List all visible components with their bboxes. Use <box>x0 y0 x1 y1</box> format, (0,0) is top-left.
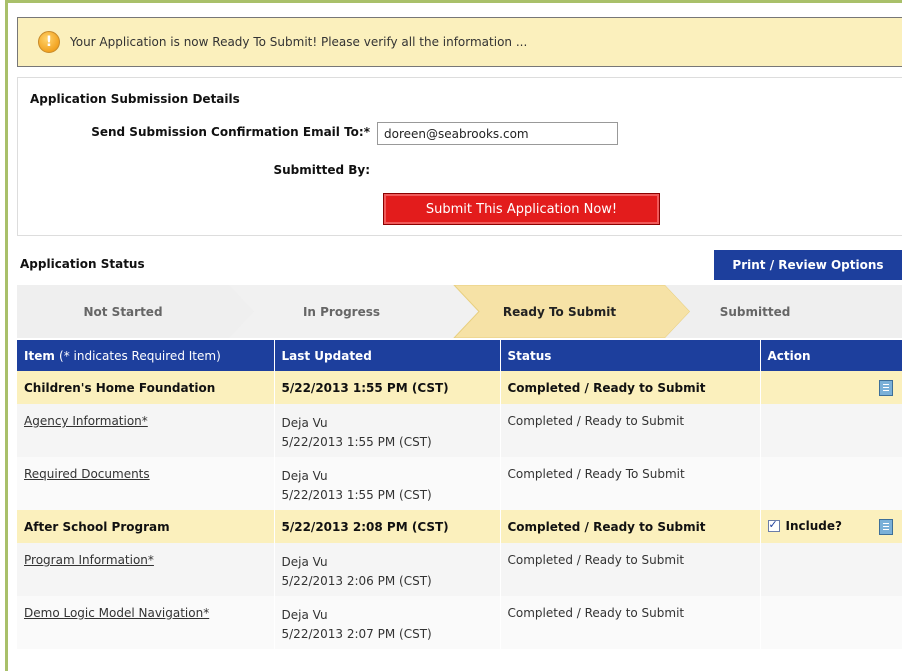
group-row: Children's Home Foundation 5/22/2013 1:5… <box>17 371 902 404</box>
group-action: Include? <box>760 510 902 543</box>
item-link[interactable]: Required Documents <box>24 467 150 481</box>
application-items-table: Item (* indicates Required Item) Last Up… <box>17 340 902 649</box>
group-name: Children's Home Foundation <box>17 371 275 404</box>
submitted-by-label: Submitted By: <box>273 163 370 177</box>
submit-application-button[interactable]: Submit This Application Now! <box>383 193 660 225</box>
table-row: Demo Logic Model Navigation* Deja Vu 5/22… <box>17 596 902 649</box>
item-action <box>760 404 902 457</box>
item-link[interactable]: Demo Logic Model Navigation* <box>24 606 209 620</box>
step-ready-to-submit: Ready To Submit <box>502 304 617 319</box>
updated-time: 5/22/2013 1:55 PM (CST) <box>281 435 432 449</box>
item-action <box>760 543 902 596</box>
updated-by: Deja Vu <box>281 555 328 569</box>
item-link[interactable]: Agency Information* <box>24 414 148 428</box>
step-in-progress: In Progress <box>302 304 381 319</box>
item-header-label: Item <box>24 348 55 363</box>
table-header-row: Item (* indicates Required Item) Last Up… <box>17 340 902 371</box>
group-action <box>760 371 902 404</box>
group-name: After School Program <box>17 510 275 543</box>
col-updated-header: Last Updated <box>274 340 501 371</box>
alert-text: Your Application is now Ready To Submit!… <box>70 35 528 49</box>
group-status: Completed / Ready to Submit <box>500 371 761 404</box>
item-status: Completed / Ready to Submit <box>500 596 761 649</box>
include-label: Include? <box>785 518 842 533</box>
group-status: Completed / Ready to Submit <box>500 510 761 543</box>
table-row: Program Information* Deja Vu 5/22/2013 2:… <box>17 543 902 596</box>
step-not-started: Not Started <box>83 304 163 319</box>
document-icon[interactable] <box>878 518 893 535</box>
item-action <box>760 596 902 649</box>
document-icon[interactable] <box>878 379 893 396</box>
required-note: (* indicates Required Item) <box>59 348 221 363</box>
print-review-options-button[interactable]: Print / Review Options <box>714 250 902 280</box>
include-checkbox[interactable] <box>767 518 780 532</box>
status-title: Application Status <box>20 257 145 271</box>
item-status: Completed / Ready to Submit <box>500 404 761 457</box>
email-label: Send Submission Confirmation Email To:* <box>91 125 370 139</box>
status-steps: Not Started In Progress Ready To Submit … <box>17 285 902 338</box>
col-status-header: Status <box>500 340 761 371</box>
item-action <box>760 457 902 510</box>
warning-icon: ! <box>38 31 60 53</box>
group-row: After School Program 5/22/2013 2:08 PM (… <box>17 510 902 543</box>
updated-by: Deja Vu <box>281 416 328 430</box>
details-title: Application Submission Details <box>30 92 240 106</box>
item-status: Completed / Ready to Submit <box>500 543 761 596</box>
item-link[interactable]: Program Information* <box>24 553 154 567</box>
item-status: Completed / Ready To Submit <box>500 457 761 510</box>
email-field[interactable] <box>377 122 618 145</box>
updated-time: 5/22/2013 2:06 PM (CST) <box>281 574 432 588</box>
col-action-header: Action <box>760 340 902 371</box>
group-updated: 5/22/2013 2:08 PM (CST) <box>274 510 501 543</box>
ready-alert: ! Your Application is now Ready To Submi… <box>17 17 902 67</box>
updated-by: Deja Vu <box>281 608 328 622</box>
table-row: Agency Information* Deja Vu 5/22/2013 1:5… <box>17 404 902 457</box>
submission-details-panel: Application Submission Details Send Subm… <box>17 77 902 236</box>
col-item-header: Item (* indicates Required Item) <box>17 340 275 371</box>
step-submitted: Submitted <box>719 304 791 319</box>
updated-time: 5/22/2013 1:55 PM (CST) <box>281 488 432 502</box>
group-updated: 5/22/2013 1:55 PM (CST) <box>274 371 501 404</box>
table-row: Required Documents Deja Vu 5/22/2013 1:55… <box>17 457 902 510</box>
updated-by: Deja Vu <box>281 469 328 483</box>
updated-time: 5/22/2013 2:07 PM (CST) <box>281 627 432 641</box>
